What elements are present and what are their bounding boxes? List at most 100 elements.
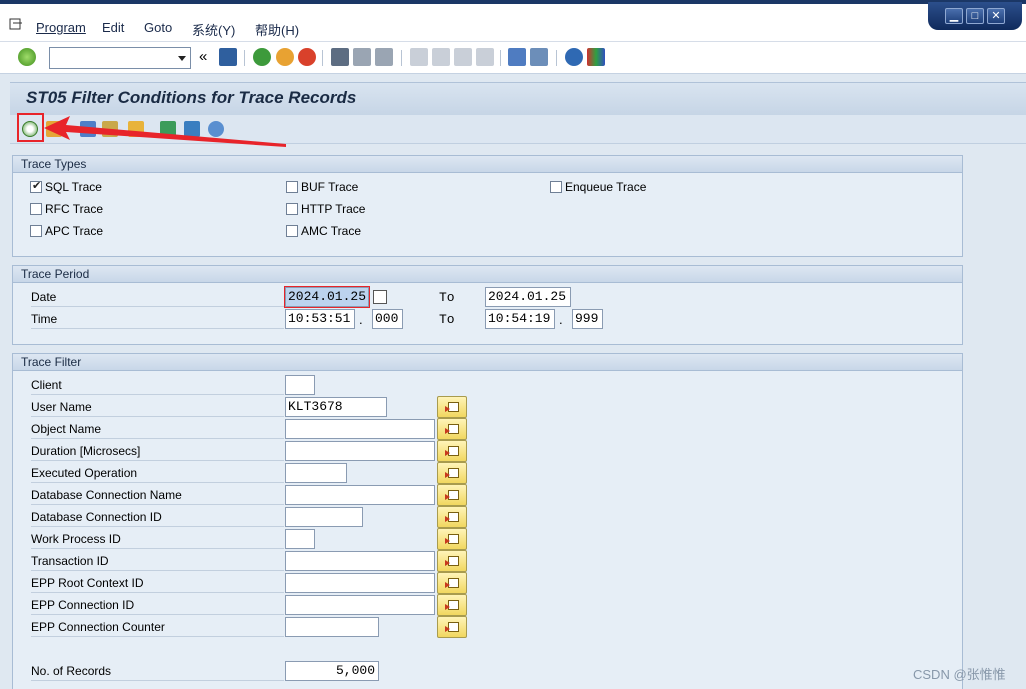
checkbox-box[interactable] (30, 203, 42, 215)
db-connection-name-input[interactable] (285, 485, 435, 505)
window-controls: ▁ □ ✕ (928, 2, 1022, 30)
print-icon[interactable] (331, 48, 349, 66)
checkbox-apc-trace[interactable]: APC Trace (30, 224, 103, 238)
separator (556, 50, 557, 66)
page-title: ST05 Filter Conditions for Trace Records (26, 88, 357, 107)
checkbox-box[interactable] (30, 179, 42, 193)
standard-toolbar: « (0, 42, 1026, 74)
menu-goto[interactable]: Goto (144, 20, 172, 35)
multiple-selection-button[interactable] (437, 396, 467, 418)
checkbox-http-trace[interactable]: HTTP Trace (286, 202, 365, 216)
time-from-input[interactable]: 10:53:51 (285, 309, 355, 329)
calendar-icon[interactable] (373, 290, 387, 304)
menu-edit[interactable]: Edit (102, 20, 124, 35)
date-to-input[interactable]: 2024.01.25 (485, 287, 571, 307)
object-name-input[interactable] (285, 419, 435, 439)
epp-connection-counter-input[interactable] (285, 617, 379, 637)
executed-operation-input[interactable] (285, 463, 347, 483)
epp-connection-id-input[interactable] (285, 595, 435, 615)
multiple-selection-button[interactable] (437, 484, 467, 506)
save-icon[interactable] (219, 48, 237, 66)
trace-period-header: Trace Period (13, 266, 962, 283)
time-label: Time (31, 311, 284, 329)
multiple-selection-button[interactable] (437, 572, 467, 594)
db-connection-id-input[interactable] (285, 507, 363, 527)
last-page-icon[interactable] (476, 48, 494, 66)
db-connection-id-label: Database Connection ID (31, 509, 284, 527)
menu-icon[interactable] (9, 18, 23, 30)
customize-layout-icon[interactable] (587, 48, 605, 66)
command-field[interactable] (49, 47, 191, 69)
chevron-down-icon[interactable] (178, 56, 186, 61)
client-label: Client (31, 377, 284, 395)
checkbox-box[interactable] (550, 181, 562, 193)
exit-icon[interactable] (276, 48, 294, 66)
menu-help[interactable]: 帮助(H) (255, 20, 299, 39)
trace-filter-group: Trace Filter Client User Name KLT3678 Ob… (12, 353, 963, 689)
user-name-label: User Name (31, 399, 284, 417)
checkbox-box[interactable] (286, 203, 298, 215)
shortcut-icon[interactable] (530, 48, 548, 66)
first-page-icon[interactable] (410, 48, 428, 66)
checkbox-box[interactable] (30, 225, 42, 237)
no-of-records-input[interactable]: 5,000 (285, 661, 379, 681)
time-separator: . (359, 312, 363, 327)
multiple-selection-button[interactable] (437, 462, 467, 484)
epp-connection-id-label: EPP Connection ID (31, 597, 284, 615)
new-session-icon[interactable] (508, 48, 526, 66)
client-input[interactable] (285, 375, 315, 395)
executed-operation-label: Executed Operation (31, 465, 284, 483)
back-icon[interactable] (253, 48, 271, 66)
trace-types-header: Trace Types (13, 156, 962, 173)
checkbox-rfc-trace[interactable]: RFC Trace (30, 202, 103, 216)
prev-page-icon[interactable] (432, 48, 450, 66)
time-to-ms-input[interactable]: 999 (572, 309, 603, 329)
menu-program[interactable]: Program (36, 20, 86, 35)
time-to-input[interactable]: 10:54:19 (485, 309, 555, 329)
separator (244, 50, 245, 66)
transaction-id-input[interactable] (285, 551, 435, 571)
cancel-icon[interactable] (298, 48, 316, 66)
duration-input[interactable] (285, 441, 435, 461)
trace-types-group: Trace Types SQL Trace BUF Trace Enqueue … (12, 155, 963, 257)
epp-root-context-id-input[interactable] (285, 573, 435, 593)
date-label: Date (31, 289, 284, 307)
multiple-selection-button[interactable] (437, 616, 467, 638)
checkbox-box[interactable] (286, 225, 298, 237)
multiple-selection-button[interactable] (437, 418, 467, 440)
work-process-id-input[interactable] (285, 529, 315, 549)
collapse-icon[interactable]: « (199, 48, 207, 65)
duration-label: Duration [Microsecs] (31, 443, 284, 461)
date-from-input[interactable]: 2024.01.25 (284, 286, 370, 308)
multiple-selection-button[interactable] (437, 594, 467, 616)
maximize-icon[interactable]: □ (966, 8, 984, 24)
checkbox-box[interactable] (286, 181, 298, 193)
time-from-ms-input[interactable]: 000 (372, 309, 403, 329)
epp-root-context-id-label: EPP Root Context ID (31, 575, 284, 593)
transaction-id-label: Transaction ID (31, 553, 284, 571)
user-name-input[interactable]: KLT3678 (285, 397, 387, 417)
checkbox-amc-trace[interactable]: AMC Trace (286, 224, 361, 238)
date-to-label: To (439, 290, 455, 305)
help-icon[interactable] (565, 48, 583, 66)
db-connection-name-label: Database Connection Name (31, 487, 284, 505)
multiple-selection-button[interactable] (437, 550, 467, 572)
object-name-label: Object Name (31, 421, 284, 439)
work-process-id-label: Work Process ID (31, 531, 284, 549)
checkbox-enqueue-trace[interactable]: Enqueue Trace (550, 180, 646, 194)
find-next-icon[interactable] (375, 48, 393, 66)
separator (322, 50, 323, 66)
multiple-selection-button[interactable] (437, 440, 467, 462)
checkbox-sql-trace[interactable]: SQL Trace (30, 179, 102, 194)
find-icon[interactable] (353, 48, 371, 66)
ok-check-icon[interactable] (18, 48, 36, 66)
checkbox-buf-trace[interactable]: BUF Trace (286, 180, 358, 194)
next-page-icon[interactable] (454, 48, 472, 66)
menu-system[interactable]: 系统(Y) (192, 20, 235, 39)
multiple-selection-button[interactable] (437, 506, 467, 528)
watermark: CSDN @张惟惟 (913, 667, 1006, 682)
close-icon[interactable]: ✕ (987, 8, 1005, 24)
multiple-selection-button[interactable] (437, 528, 467, 550)
minimize-icon[interactable]: ▁ (945, 8, 963, 24)
trace-filter-header: Trace Filter (13, 354, 962, 371)
